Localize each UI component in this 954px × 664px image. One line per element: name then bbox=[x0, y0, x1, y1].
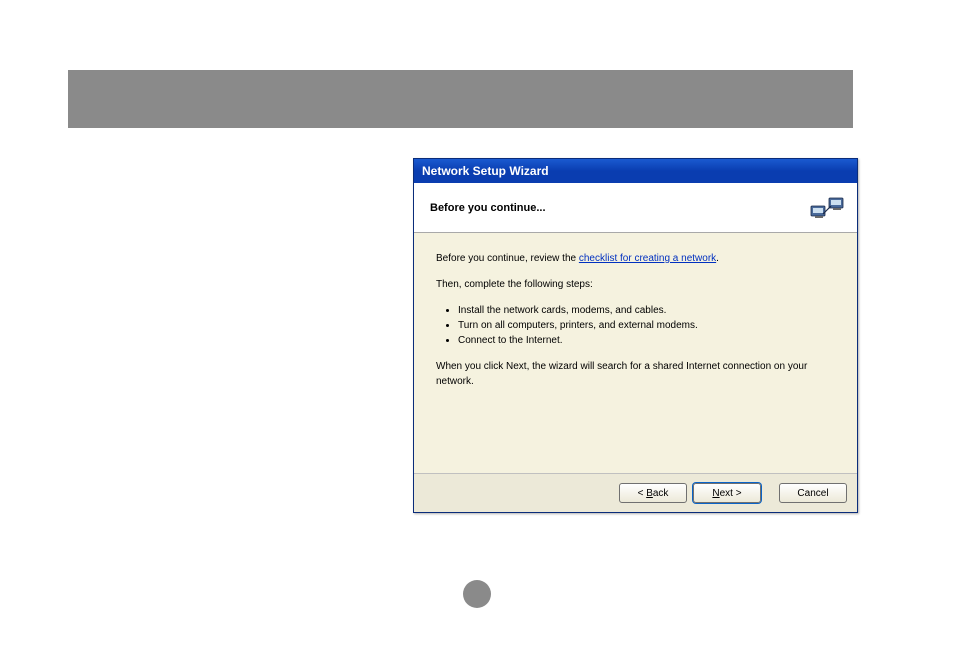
back-button[interactable]: < Back bbox=[619, 483, 687, 503]
wizard-step-title: Before you continue... bbox=[430, 202, 546, 214]
footer-text: When you click Next, the wizard will sea… bbox=[436, 359, 835, 389]
list-item: Turn on all computers, printers, and ext… bbox=[458, 318, 835, 333]
cancel-button[interactable]: Cancel bbox=[779, 483, 847, 503]
window-title: Network Setup Wizard bbox=[422, 164, 549, 178]
wizard-button-row: < Back Next > Cancel bbox=[414, 473, 857, 512]
list-item: Connect to the Internet. bbox=[458, 333, 835, 348]
network-icon bbox=[807, 188, 847, 228]
next-button[interactable]: Next > bbox=[693, 483, 761, 503]
intro-text: Before you continue, review the checklis… bbox=[436, 251, 835, 266]
document-header-bar bbox=[68, 70, 853, 128]
then-line: Then, complete the following steps: bbox=[436, 277, 835, 292]
list-item: Install the network cards, modems, and c… bbox=[458, 303, 835, 318]
intro-prefix: Before you continue, review the bbox=[436, 253, 579, 264]
page-number-dot bbox=[463, 580, 491, 608]
intro-suffix: . bbox=[716, 253, 719, 264]
window-titlebar[interactable]: Network Setup Wizard bbox=[414, 159, 857, 183]
wizard-header-panel: Before you continue... bbox=[414, 183, 857, 233]
wizard-body: Before you continue, review the checklis… bbox=[414, 233, 857, 473]
network-setup-wizard-window: Network Setup Wizard Before you continue… bbox=[413, 158, 858, 513]
steps-list: Install the network cards, modems, and c… bbox=[436, 303, 835, 348]
checklist-link[interactable]: checklist for creating a network bbox=[579, 253, 716, 264]
